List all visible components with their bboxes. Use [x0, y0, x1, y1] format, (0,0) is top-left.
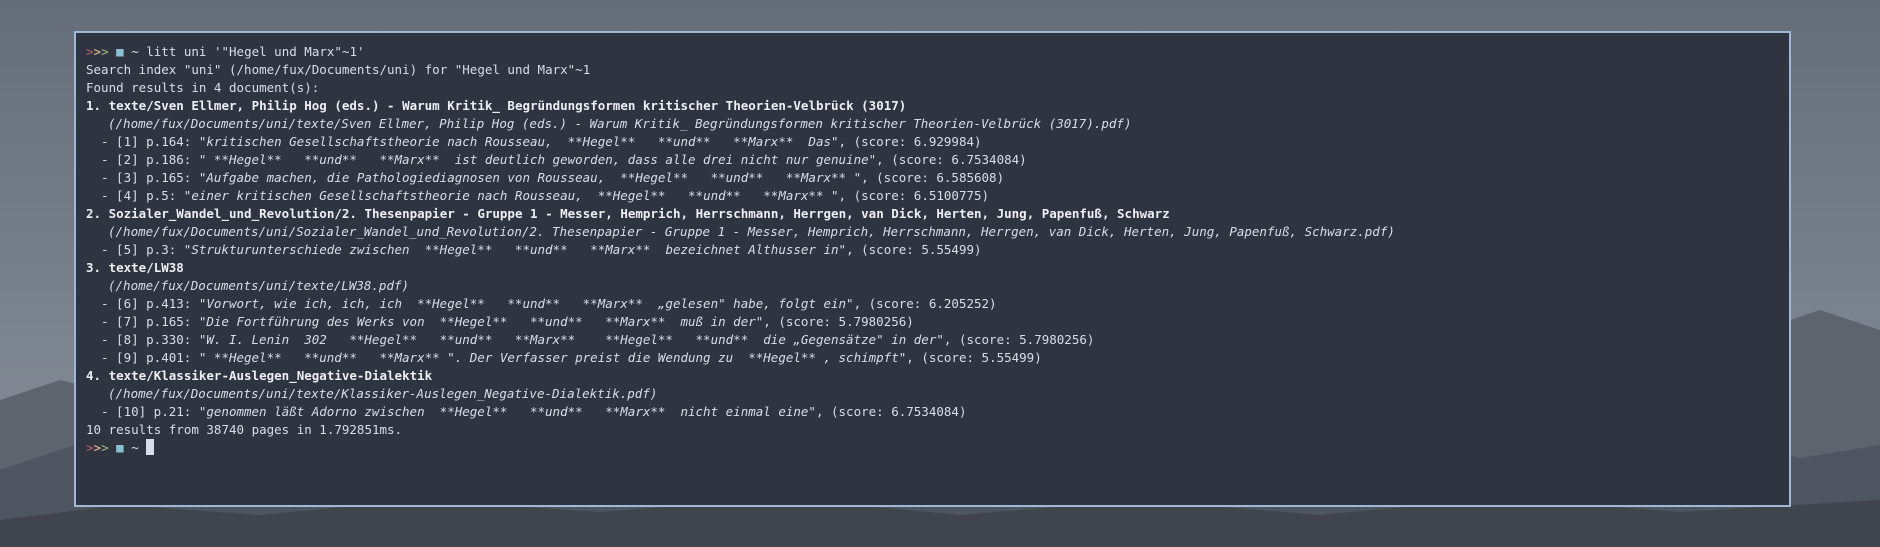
result-row: - [2] p.186: " **Hegel** **und** **Marx*…	[86, 151, 1779, 169]
result-snippet: "Vorwort, wie ich, ich, ich **Hegel** **…	[198, 296, 854, 311]
prompt-directory: ~	[131, 440, 139, 455]
result-prefix: - [9] p.401:	[101, 350, 199, 365]
results-list: 1. texte/Sven Ellmer, Philip Hog (eds.) …	[86, 97, 1779, 421]
result-row: - [10] p.21: "genommen läßt Adorno zwisc…	[86, 403, 1779, 421]
text-cursor[interactable]	[146, 439, 155, 455]
result-row: - [7] p.165: "Die Fortführung des Werks …	[86, 313, 1779, 331]
document-path: (/home/fux/Documents/uni/texte/Klassiker…	[108, 386, 658, 401]
result-prefix: - [4] p.5:	[101, 188, 184, 203]
result-snippet: "kritischen Gesellschaftstheorie nach Ro…	[198, 134, 839, 149]
prompt-chevron: >	[93, 44, 102, 59]
result-prefix: - [6] p.413:	[101, 296, 199, 311]
folder-icon: ■	[116, 440, 124, 455]
result-row: - [1] p.164: "kritischen Gesellschaftsth…	[86, 133, 1779, 151]
result-score: , (score: 6.5100775)	[838, 188, 990, 203]
result-snippet: " **Hegel** **und** **Marx** ist deutlic…	[198, 152, 877, 167]
document-path: (/home/fux/Documents/uni/texte/LW38.pdf)	[108, 278, 410, 293]
terminal-window[interactable]: >>> ■ ~ litt uni '"Hegel und Marx"~1' Se…	[74, 31, 1791, 507]
prompt-chevron: >	[101, 440, 109, 455]
result-score: , (score: 6.7534084)	[876, 152, 1027, 167]
result-score: , (score: 5.55499)	[846, 242, 982, 257]
summary-line: 10 results from 38740 pages in 1.792851m…	[86, 422, 403, 437]
result-snippet: " **Hegel** **und** **Marx** ". Der Verf…	[198, 350, 907, 365]
prompt-chevron: >	[86, 44, 94, 59]
result-prefix: - [10] p.21:	[101, 404, 199, 419]
prompt-chevron: >	[93, 440, 102, 455]
result-score: , (score: 5.7980256)	[943, 332, 1095, 347]
result-row: - [6] p.413: "Vorwort, wie ich, ich, ich…	[86, 295, 1779, 313]
result-row: - [3] p.165: "Aufgabe machen, die Pathol…	[86, 169, 1779, 187]
result-snippet: "genommen läßt Adorno zwischen **Hegel**…	[198, 404, 816, 419]
prompt-line: >>> ■ ~ litt uni '"Hegel und Marx"~1'	[86, 43, 1779, 61]
result-prefix: - [7] p.165:	[101, 314, 199, 329]
prompt-line: >>> ■ ~	[86, 439, 1779, 457]
result-prefix: - [5] p.3:	[101, 242, 184, 257]
found-info: Found results in 4 document(s):	[86, 80, 320, 95]
result-score: , (score: 5.55499)	[906, 350, 1042, 365]
prompt-chevron: >	[101, 44, 109, 59]
result-snippet: "Die Fortführung des Werks von **Hegel**…	[198, 314, 764, 329]
prompt-chevron: >	[86, 440, 94, 455]
result-snippet: "Strukturunterschiede zwischen **Hegel**…	[183, 242, 847, 257]
result-snippet: "einer kritischen Gesellschaftstheorie n…	[183, 188, 839, 203]
document-path: (/home/fux/Documents/uni/texte/Sven Ellm…	[108, 116, 1132, 131]
document-title: 3. texte/LW38	[86, 260, 184, 275]
result-prefix: - [1] p.164:	[101, 134, 199, 149]
result-prefix: - [3] p.165:	[101, 170, 199, 185]
result-row: - [5] p.3: "Strukturunterschiede zwische…	[86, 241, 1779, 259]
folder-icon: ■	[116, 44, 124, 59]
search-info: Search index "uni" (/home/fux/Documents/…	[86, 62, 591, 77]
command-text: litt uni '"Hegel und Marx"~1'	[146, 44, 365, 59]
result-row: - [9] p.401: " **Hegel** **und** **Marx*…	[86, 349, 1779, 367]
result-snippet: "Aufgabe machen, die Pathologiediagnosen…	[198, 170, 862, 185]
result-score: , (score: 5.7980256)	[763, 314, 914, 329]
result-score: , (score: 6.205252)	[853, 296, 997, 311]
result-prefix: - [2] p.186:	[101, 152, 199, 167]
result-row: - [4] p.5: "einer kritischen Gesellschaf…	[86, 187, 1779, 205]
result-score: , (score: 6.929984)	[838, 134, 982, 149]
result-prefix: - [8] p.330:	[101, 332, 199, 347]
document-title: 4. texte/Klassiker-Auslegen_Negative-Dia…	[86, 368, 433, 383]
document-title: 2. Sozialer_Wandel_und_Revolution/2. The…	[86, 206, 1170, 221]
result-snippet: "W. I. Lenin 302 **Hegel** **und** **Mar…	[198, 332, 944, 347]
result-score: , (score: 6.7534084)	[815, 404, 967, 419]
result-row: - [8] p.330: "W. I. Lenin 302 **Hegel** …	[86, 331, 1779, 349]
document-path: (/home/fux/Documents/uni/Sozialer_Wandel…	[108, 224, 1395, 239]
document-title: 1. texte/Sven Ellmer, Philip Hog (eds.) …	[86, 98, 907, 113]
result-score: , (score: 6.585608)	[861, 170, 1005, 185]
prompt-directory: ~	[131, 44, 139, 59]
